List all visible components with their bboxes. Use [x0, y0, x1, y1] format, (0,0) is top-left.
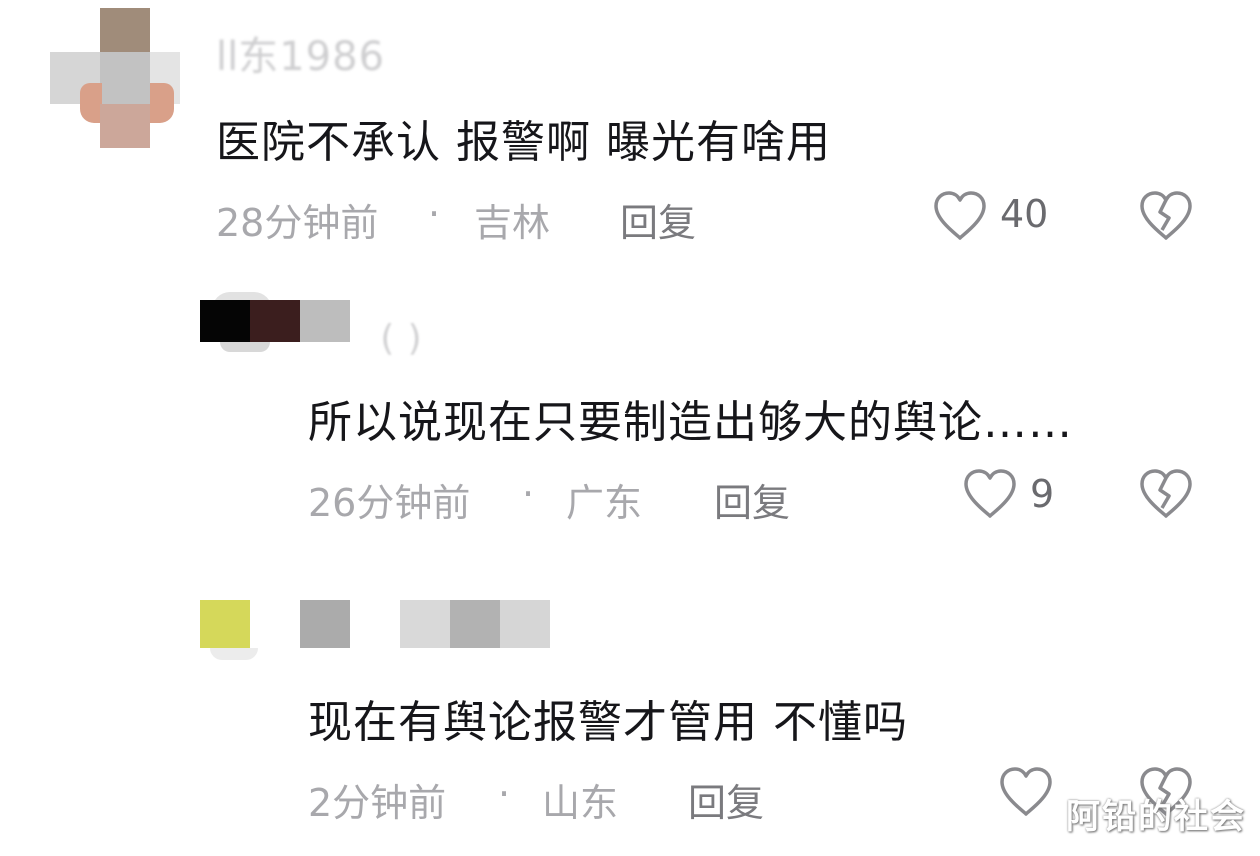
heart-outline-icon[interactable] [932, 190, 988, 242]
comment-text: 医院不承认 报警啊 曝光有啥用 [216, 117, 831, 168]
reply-button[interactable]: 回复 [714, 472, 790, 527]
comment-location: 山东 [542, 781, 619, 825]
reply-button[interactable]: 回复 [688, 772, 764, 827]
like-count: 40 [1000, 192, 1049, 236]
username[interactable]: ( ) [372, 318, 423, 359]
comment-time: 2分钟前 [308, 781, 447, 825]
reply-button[interactable]: 回复 [620, 192, 696, 247]
avatar[interactable] [200, 292, 350, 358]
broken-heart-icon[interactable] [1138, 190, 1194, 242]
username[interactable] [300, 600, 550, 650]
meta-separator: · [498, 772, 511, 816]
avatar[interactable] [50, 8, 180, 148]
comment-location: 广东 [566, 481, 643, 525]
username[interactable]: ﺍﺍ东1986 [216, 24, 385, 82]
meta-separator: · [428, 192, 441, 236]
comment-time: 28分钟前 [216, 201, 379, 245]
comment-time: 26分钟前 [308, 481, 471, 525]
meta-separator: · [522, 472, 535, 516]
heart-outline-icon[interactable] [998, 766, 1054, 818]
comment-text: 所以说现在只要制造出够大的舆论…… [308, 397, 1073, 448]
heart-outline-icon[interactable] [962, 468, 1018, 520]
broken-heart-icon[interactable] [1138, 468, 1194, 520]
watermark: 阿铅的社会 [1066, 797, 1246, 837]
avatar[interactable] [200, 600, 264, 662]
comment-location: 吉林 [474, 201, 551, 245]
comment-text: 现在有舆论报警才管用 不懂吗 [308, 697, 908, 748]
like-count: 9 [1030, 472, 1055, 516]
